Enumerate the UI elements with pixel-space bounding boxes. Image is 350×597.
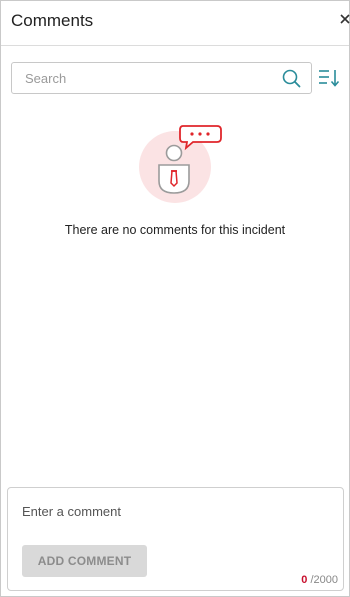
- search-box: [11, 62, 312, 94]
- panel-header: Comments: [1, 1, 350, 46]
- comment-composer: ADD COMMENT 0 /2000: [7, 487, 344, 591]
- search-input[interactable]: [12, 63, 282, 93]
- comment-input[interactable]: [8, 488, 343, 538]
- character-counter: 0 /2000: [301, 574, 338, 586]
- add-comment-button[interactable]: ADD COMMENT: [22, 545, 147, 577]
- panel-title: Comments: [11, 11, 94, 30]
- character-count: 0: [301, 574, 308, 586]
- comments-panel: Comments Search There are no comments fo…: [0, 0, 350, 597]
- search-icon[interactable]: [282, 69, 301, 88]
- close-icon[interactable]: [337, 9, 350, 31]
- empty-state-message: There are no comments for this incident: [64, 223, 286, 237]
- character-limit: /2000: [310, 574, 338, 586]
- sort-icon[interactable]: [318, 68, 340, 88]
- no-comments-icon: [135, 123, 223, 203]
